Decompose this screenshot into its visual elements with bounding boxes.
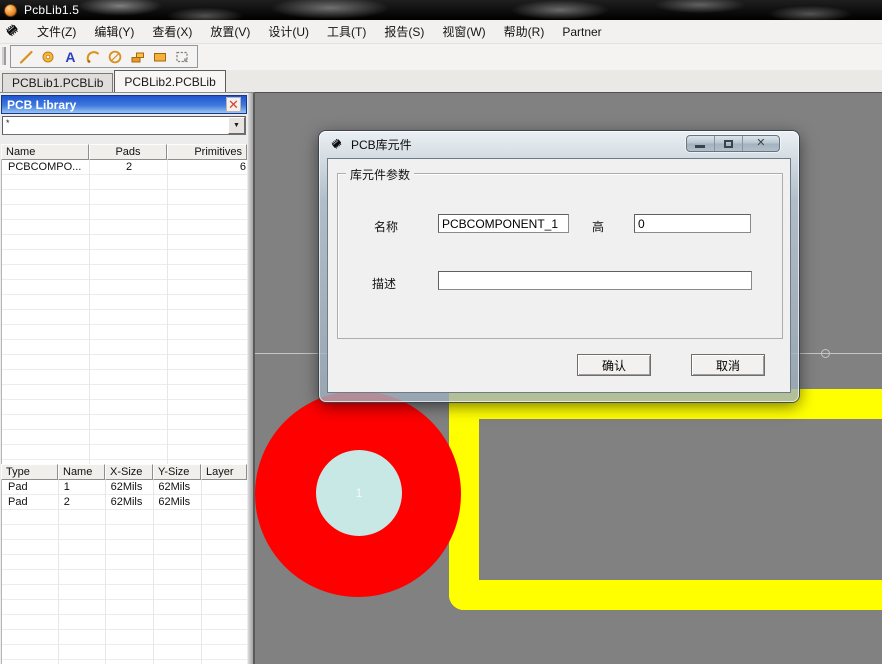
prim-name: 1 <box>59 480 106 495</box>
caption-buttons: ✕ <box>686 135 780 152</box>
window-title: PcbLib1.5 <box>24 3 79 17</box>
panel-title: PCB Library <box>7 98 76 112</box>
description-input[interactable] <box>438 271 752 290</box>
panel-header[interactable]: PCB Library ✕ <box>1 95 247 114</box>
component-pads: 2 <box>90 160 168 175</box>
document-tabstrip: PCBLib1.PCBLib PCBLib2.PCBLib <box>0 70 882 92</box>
line-tool-icon[interactable] <box>16 47 35 67</box>
minimize-button[interactable] <box>687 136 715 151</box>
dialog-client-area: 库元件参数 名称 高 描述 确认 取消 <box>327 158 791 393</box>
application-window: PcbLib1.5 文件(Z) 编辑(Y) 查看(X) <box>0 0 882 664</box>
menu-reports[interactable]: 报告(S) <box>375 20 433 43</box>
height-input[interactable] <box>634 214 751 233</box>
prim-name: 2 <box>59 495 106 510</box>
pcb-component-dialog: PCB库元件 ✕ 库元件参数 名称 高 描述 确认 取消 <box>319 131 799 402</box>
minimize-icon <box>695 145 705 148</box>
origin-marker <box>821 349 830 358</box>
name-input[interactable] <box>438 214 569 233</box>
prim-type: Pad <box>2 495 59 510</box>
component-parameters-group: 库元件参数 <box>337 173 783 339</box>
pad-1[interactable]: 1 <box>255 391 461 597</box>
confirm-button[interactable]: 确认 <box>577 354 651 376</box>
pad-hole: 1 <box>316 450 402 536</box>
col-xsize[interactable]: X-Size <box>105 464 153 480</box>
tab-pcblib1[interactable]: PCBLib1.PCBLib <box>2 73 113 92</box>
toolbar-group: A <box>10 45 198 68</box>
prim-type: Pad <box>2 480 59 495</box>
component-name: PCBCOMPO... <box>2 160 90 175</box>
primitives-table-header: Type Name X-Size Y-Size Layer <box>1 464 247 480</box>
col-name[interactable]: Name <box>1 144 89 160</box>
prim-layer <box>201 480 247 495</box>
menu-place[interactable]: 放置(V) <box>201 20 259 43</box>
full-circle-tool-icon[interactable] <box>106 47 125 67</box>
track-segment-bottom[interactable] <box>449 580 882 610</box>
menu-bar: 文件(Z) 编辑(Y) 查看(X) 放置(V) 设计(U) 工具(T) 报告(S… <box>0 20 882 44</box>
name-label: 名称 <box>374 218 398 235</box>
menu-partner[interactable]: Partner <box>553 22 610 42</box>
chevron-down-icon: ▼ <box>233 122 240 129</box>
pad-tool-icon[interactable] <box>38 47 57 67</box>
description-label: 描述 <box>372 275 396 292</box>
rectangle-fill-tool-icon[interactable] <box>150 47 169 67</box>
chip-icon <box>329 136 344 154</box>
col-prim-name[interactable]: Name <box>58 464 105 480</box>
prim-xsize: 62Mils <box>106 495 154 510</box>
menu-tools[interactable]: 工具(T) <box>318 20 375 43</box>
component-primitives: 6 <box>168 160 246 175</box>
prim-xsize: 62Mils <box>106 480 154 495</box>
menu-design[interactable]: 设计(U) <box>259 20 318 43</box>
polygon-fill-tool-icon[interactable] <box>128 47 147 67</box>
col-type[interactable]: Type <box>1 464 58 480</box>
col-layer[interactable]: Layer <box>201 464 247 480</box>
menu-edit[interactable]: 编辑(Y) <box>85 20 143 43</box>
menu-help[interactable]: 帮助(R) <box>495 20 554 43</box>
pad-number: 1 <box>356 486 363 500</box>
dialog-titlebar[interactable]: PCB库元件 ✕ <box>319 131 799 158</box>
primitive-row[interactable]: Pad 2 62Mils 62Mils <box>2 495 247 510</box>
cancel-button[interactable]: 取消 <box>691 354 765 376</box>
window-titlebar[interactable]: PcbLib1.5 <box>0 0 882 20</box>
menu-file[interactable]: 文件(Z) <box>28 20 85 43</box>
close-button[interactable]: ✕ <box>743 136 779 151</box>
height-label: 高 <box>592 218 604 235</box>
app-icon <box>4 4 17 17</box>
paste-tool-icon[interactable] <box>173 47 192 67</box>
close-icon: ✕ <box>756 138 765 149</box>
pcb-library-panel: PCB Library ✕ * ▼ Name Pads Primitives P… <box>0 92 248 664</box>
prim-ysize: 62Mils <box>153 495 201 510</box>
close-icon: ✕ <box>228 97 239 112</box>
component-row[interactable]: PCBCOMPO... 2 6 <box>2 160 247 175</box>
group-label: 库元件参数 <box>346 166 414 183</box>
combo-dropdown-button[interactable]: ▼ <box>228 117 245 134</box>
maximize-button[interactable] <box>715 136 743 151</box>
menu-window[interactable]: 视窗(W) <box>433 20 494 43</box>
chip-icon <box>3 21 21 42</box>
panel-close-button[interactable]: ✕ <box>226 97 241 112</box>
toolbar-grip-handle[interactable] <box>2 47 6 65</box>
arc-tool-icon[interactable] <box>83 47 102 67</box>
panel-splitter[interactable] <box>248 92 255 664</box>
primitive-row[interactable]: Pad 1 62Mils 62Mils <box>2 480 247 495</box>
primitives-list[interactable]: Pad 1 62Mils 62Mils Pad 2 62Mils 62Mils <box>1 480 247 664</box>
placement-toolbar: A <box>0 44 882 70</box>
col-ysize[interactable]: Y-Size <box>153 464 201 480</box>
grid-separator <box>89 160 90 464</box>
maximize-icon <box>724 140 733 148</box>
text-tool-icon[interactable]: A <box>61 47 80 67</box>
dialog-title: PCB库元件 <box>351 136 412 153</box>
components-table-header: Name Pads Primitives <box>1 144 247 160</box>
components-list[interactable]: PCBCOMPO... 2 6 <box>1 160 247 464</box>
grid-separator <box>167 160 168 464</box>
menu-view[interactable]: 查看(X) <box>143 20 201 43</box>
tab-pcblib2[interactable]: PCBLib2.PCBLib <box>114 70 225 92</box>
filter-value: * <box>6 118 10 128</box>
prim-ysize: 62Mils <box>153 480 201 495</box>
component-filter-combobox[interactable]: * ▼ <box>2 116 246 135</box>
col-primitives[interactable]: Primitives <box>167 144 247 160</box>
col-pads[interactable]: Pads <box>89 144 167 160</box>
prim-layer <box>201 495 247 510</box>
